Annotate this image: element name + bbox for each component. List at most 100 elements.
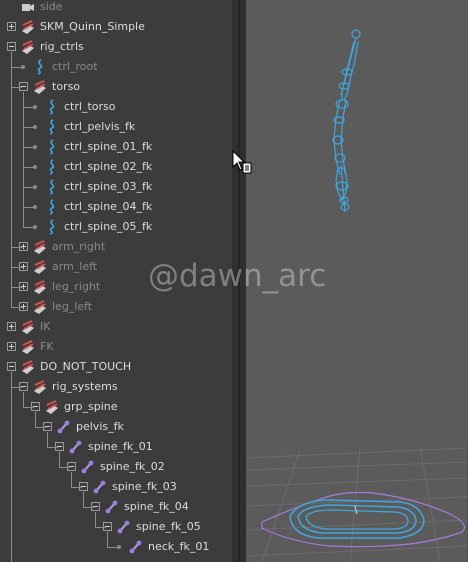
outliner-item-label: ctrl_spine_02_fk (64, 160, 153, 173)
joint-icon (116, 519, 132, 535)
transform-group-icon (20, 319, 36, 335)
outliner-item-label: grp_spine (64, 400, 118, 413)
outliner-item-spine-fk-05[interactable]: spine_fk_05 (0, 517, 232, 537)
outliner-item-label: rig_ctrls (40, 40, 84, 53)
outliner-item-label: ctrl_spine_04_fk (64, 200, 153, 213)
outliner-item-label: neck_fk_01 (148, 540, 210, 553)
transform-group-icon (32, 379, 48, 395)
outliner-item-label: ctrl_spine_03_fk (64, 180, 153, 193)
outliner-item-label: SKM_Quinn_Simple (40, 20, 145, 33)
tree-guide-line (35, 427, 46, 428)
tree-guide-line (95, 512, 96, 527)
joint-icon (68, 439, 84, 455)
outliner-item-rig-systems[interactable]: rig_systems (0, 377, 232, 397)
tree-guide-line (107, 547, 118, 548)
tree-guide-line (83, 507, 94, 508)
nurbs-curve-icon (44, 139, 60, 155)
outliner-item-side[interactable]: side (0, 0, 232, 17)
transform-group-icon (32, 79, 48, 95)
collapse-icon[interactable] (7, 362, 16, 371)
outliner-item-label: ctrl_torso (64, 100, 116, 113)
outliner-item-label: FK (40, 340, 54, 353)
outliner-item-label: DO_NOT_TOUCH (40, 360, 132, 373)
outliner-item-torso[interactable]: torso (0, 77, 232, 97)
camera-icon (20, 0, 36, 15)
joint-icon (128, 539, 144, 555)
outliner-item-label: torso (52, 80, 81, 93)
outliner-item-ctrl-root[interactable]: ctrl_root (0, 57, 232, 77)
outliner-item-label: ctrl_spine_01_fk (64, 140, 153, 153)
tree-guide-line (23, 127, 35, 128)
transform-group-icon (32, 299, 48, 315)
tree-guide-line (23, 187, 35, 188)
transform-group-icon (32, 279, 48, 295)
outliner-item-label: leg_right (52, 280, 101, 293)
transform-group-icon (20, 359, 36, 375)
outliner-item-label: side (40, 0, 63, 13)
expand-icon[interactable] (7, 342, 16, 351)
nurbs-curve-icon (44, 219, 60, 235)
transform-group-icon (20, 39, 36, 55)
outliner-item-do-not-touch[interactable]: DO_NOT_TOUCH (0, 357, 232, 377)
outliner-item-label: leg_left (52, 300, 93, 313)
tree-guide-line (83, 492, 84, 507)
outliner-item-leg-left[interactable]: leg_left (0, 297, 232, 317)
watermark-text: @dawn_arc (148, 258, 327, 294)
tree-guide-line (11, 87, 22, 88)
outliner-item-spine-fk-04[interactable]: spine_fk_04 (0, 497, 232, 517)
mouse-cursor-icon (232, 150, 252, 174)
nurbs-curve-icon (44, 179, 60, 195)
tree-guide-line (11, 387, 22, 388)
outliner-item-label: IK (40, 320, 51, 333)
tree-guide-line (11, 267, 22, 268)
outliner-item-ik[interactable]: IK (0, 317, 232, 337)
tree-guide-line (23, 147, 35, 148)
transform-group-icon (32, 239, 48, 255)
tree-guide-line (47, 432, 48, 447)
outliner-item-label: ctrl_spine_05_fk (64, 220, 153, 233)
outliner-item-label: ctrl_pelvis_fk (64, 120, 136, 133)
nurbs-curve-icon (44, 199, 60, 215)
outliner-item-label: arm_right (52, 240, 106, 253)
tree-guide-line (59, 452, 60, 467)
tree-guide-line (47, 447, 58, 448)
outliner-item-fk[interactable]: FK (0, 337, 232, 357)
tree-guide-line (23, 167, 35, 168)
tree-guide-line (23, 207, 35, 208)
tree-guide-line (11, 247, 22, 248)
outliner-item-label: spine_fk_05 (136, 520, 201, 533)
tree-guide-line (107, 532, 108, 547)
joint-icon (104, 499, 120, 515)
outliner-item-label: spine_fk_04 (124, 500, 189, 513)
outliner-item-label: rig_systems (52, 380, 118, 393)
expand-icon[interactable] (7, 322, 16, 331)
outliner-item-label: spine_fk_01 (88, 440, 153, 453)
tree-guide-line (23, 107, 35, 108)
outliner-item-rig-ctrls[interactable]: rig_ctrls (0, 37, 232, 57)
tree-guide-line (23, 407, 34, 408)
tree-guide-line (35, 412, 36, 427)
nurbs-curve-icon (32, 59, 48, 75)
transform-group-icon (20, 19, 36, 35)
tree-guide-line (11, 287, 22, 288)
tree-guide-line (59, 467, 70, 468)
tree-guide-line (71, 472, 72, 487)
outliner-item-spine-fk-02[interactable]: spine_fk_02 (0, 457, 232, 477)
outliner-item-spine-fk-03[interactable]: spine_fk_03 (0, 477, 232, 497)
outliner-item-skm-quinn-simple[interactable]: SKM_Quinn_Simple (0, 17, 232, 37)
outliner-item-label: spine_fk_03 (112, 480, 177, 493)
tree-guide-line (11, 307, 22, 308)
outliner-item-label: arm_left (52, 260, 98, 273)
collapse-icon[interactable] (7, 42, 16, 51)
tree-guide-line (23, 392, 24, 407)
tree-guide-line (11, 372, 12, 562)
outliner-item-arm-right[interactable]: arm_right (0, 237, 232, 257)
transform-group-icon (32, 259, 48, 275)
tree-guide-line (11, 52, 12, 307)
nurbs-curve-icon (44, 99, 60, 115)
outliner-item-label: spine_fk_02 (100, 460, 165, 473)
outliner-item-spine-fk-01[interactable]: spine_fk_01 (0, 437, 232, 457)
expand-icon[interactable] (7, 22, 16, 31)
nurbs-curve-icon (44, 119, 60, 135)
joint-icon (56, 419, 72, 435)
